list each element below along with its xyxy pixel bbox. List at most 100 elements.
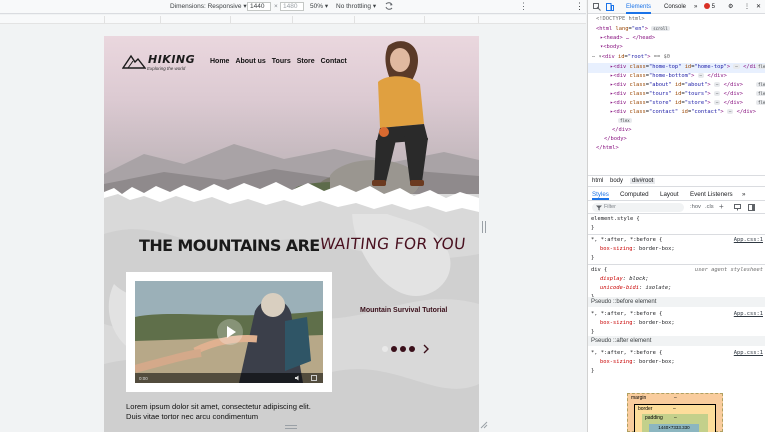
breadcrumb: html body div#root — [588, 175, 765, 187]
rule-universal-selector-2[interactable]: *, *:after, *:before { — [591, 310, 662, 319]
breadcrumb-html[interactable]: html — [592, 178, 603, 184]
box-model-content[interactable]: 1440×7333.330 — [649, 424, 699, 432]
cls-toggle[interactable]: .cls — [705, 204, 714, 210]
dom-body-open: <body> — [603, 44, 623, 50]
main-nav: Home About us Tours Store Contact — [210, 58, 347, 65]
throttling-dropdown[interactable]: No throttling ▾ — [336, 3, 376, 11]
carousel-dot-1[interactable] — [382, 346, 388, 352]
styles-filter-row: Filter :hov .cls + — [588, 202, 765, 214]
tab-console[interactable]: Console — [664, 3, 686, 11]
box-model-diagram: margin – border – padding – 1440×7333.33… — [627, 393, 723, 432]
flex-badge-side[interactable]: flex — [756, 99, 765, 109]
device-options-kebab-icon[interactable]: ⋮ — [519, 1, 528, 11]
box-model-padding: padding – 1440×7333.330 — [642, 414, 708, 432]
error-count-value: 5 — [711, 4, 716, 10]
css-prop: box-sizing — [600, 246, 633, 252]
styles-filter-input[interactable]: Filter — [592, 203, 684, 212]
nav-contact[interactable]: Contact — [321, 58, 347, 65]
new-rule-button[interactable]: + — [719, 202, 724, 211]
fullscreen-icon[interactable] — [311, 375, 317, 381]
rule-universal-selector-1[interactable]: *, *:after, *:before { — [591, 236, 662, 245]
more-tabs-icon[interactable]: » — [694, 3, 697, 11]
dom-child-id: "tours" — [684, 91, 708, 97]
tutorial-video-player[interactable]: 0:00 — [135, 281, 323, 383]
video-card: 0:00 — [126, 272, 332, 392]
error-count[interactable]: 5 — [704, 3, 715, 11]
nav-about-us[interactable]: About us — [235, 58, 265, 65]
rule-source-link-1[interactable]: App.css:1 — [734, 236, 763, 245]
breadcrumb-div-root[interactable]: div#root — [630, 178, 656, 184]
dom-child-class: "home-top" — [648, 64, 682, 70]
rule-div-selector[interactable]: div { — [591, 266, 607, 275]
element-state-icon[interactable] — [734, 204, 741, 211]
hov-toggle[interactable]: :hov — [690, 204, 701, 210]
viewport-resize-handle-bottom[interactable] — [285, 425, 297, 429]
tab-layout[interactable]: Layout — [660, 191, 679, 198]
dom-child-contact[interactable]: ▸<div class="contact" id="contact"> ⋯ </… — [610, 108, 756, 118]
tab-event-listeners[interactable]: Event Listeners — [690, 191, 733, 198]
box-model-border-value[interactable]: – — [673, 406, 676, 412]
rule-close-brace: } — [591, 225, 595, 231]
close-icon[interactable]: ✕ — [756, 3, 761, 11]
play-button[interactable] — [217, 319, 243, 345]
zoom-dropdown[interactable]: 50% ▾ — [310, 3, 328, 11]
inspect-element-icon[interactable] — [593, 3, 601, 11]
css-prop: unicode-bidi — [600, 285, 639, 291]
tutorial-title: Mountain Survival Tutorial — [360, 307, 448, 314]
breadcrumb-body[interactable]: body — [610, 178, 623, 184]
dom-html-lang-value: "en" — [631, 26, 645, 32]
dom-html-close: </html> — [596, 145, 619, 151]
dom-tree: <!DOCTYPE html> <html lang="en"> scroll … — [588, 15, 765, 173]
rotate-icon[interactable] — [384, 1, 394, 11]
dom-root-node[interactable]: ⋯ ▾<div id="root"> == $0 — [592, 53, 670, 63]
pseudo-before-header: Pseudo ::before element — [588, 297, 765, 307]
video-controls: 0:00 — [135, 373, 323, 383]
tab-elements[interactable]: Elements — [626, 3, 652, 14]
rule-source-link-2[interactable]: App.css:1 — [734, 310, 763, 319]
rule-box-sizing-2[interactable]: box-sizing: border-box; — [600, 319, 675, 328]
css-value: : isolate; — [638, 285, 672, 291]
css-prop: box-sizing — [600, 359, 633, 365]
viewport-height-input[interactable]: 1480 — [280, 2, 304, 11]
dom-doctype: <!DOCTYPE html> — [596, 16, 645, 22]
rule-box-sizing-1[interactable]: box-sizing: border-box; — [600, 245, 675, 254]
nav-store[interactable]: Store — [297, 58, 315, 65]
rule-unicode-bidi: unicode-bidi: isolate; — [600, 284, 671, 293]
dom-html-lang-attr: lang — [615, 26, 629, 32]
rule-source-link-3[interactable]: App.css:1 — [734, 349, 763, 358]
dom-root-id-value: "root" — [627, 54, 648, 60]
rule-universal-selector-3[interactable]: *, *:after, *:before { — [591, 349, 662, 358]
carousel-dot-3[interactable] — [400, 346, 406, 352]
carousel-dot-2[interactable] — [391, 346, 397, 352]
more-styles-tabs-icon[interactable]: » — [742, 191, 745, 198]
dom-body-node[interactable]: ▾<body> — [600, 43, 623, 53]
settings-gear-icon[interactable]: ⚙ — [728, 3, 733, 11]
flex-badge[interactable]: flex — [618, 118, 632, 123]
resize-corner-icon[interactable] — [480, 421, 488, 429]
dom-root-tag: div — [605, 54, 615, 60]
carousel-dots — [382, 346, 415, 352]
dimensions-dropdown[interactable]: Dimensions: Responsive ▾ — [170, 3, 247, 11]
rule-box-sizing-3[interactable]: box-sizing: border-box; — [600, 358, 675, 367]
tab-computed[interactable]: Computed — [620, 191, 649, 198]
nav-tours[interactable]: Tours — [272, 58, 291, 65]
computed-sidebar-icon[interactable] — [748, 204, 755, 211]
carousel-dot-4[interactable] — [409, 346, 415, 352]
device-toolbar: Dimensions: Responsive ▾ 1440 × 1480 50%… — [0, 0, 586, 14]
css-value: : border-box; — [632, 246, 675, 252]
nav-home[interactable]: Home — [210, 58, 229, 65]
devtools-kebab-icon[interactable]: ⋮ — [744, 3, 750, 11]
viewport-width-input[interactable]: 1440 — [247, 2, 271, 11]
toolbar-kebab-icon[interactable]: ⋮ — [575, 1, 584, 11]
chevron-right-icon[interactable] — [422, 344, 430, 354]
scroll-badge[interactable]: scroll — [651, 26, 670, 31]
box-model-margin-value[interactable]: – — [674, 395, 677, 401]
flex-badge-side[interactable]: flex — [756, 63, 765, 73]
styles-rules: element.style { } *, *:after, *:before {… — [588, 214, 765, 384]
rule-element-style[interactable]: element.style { — [591, 215, 640, 224]
viewport-resize-handle-right[interactable] — [482, 221, 486, 233]
volume-icon[interactable] — [295, 375, 301, 381]
device-toggle-icon[interactable] — [606, 3, 614, 11]
box-model-padding-value[interactable]: – — [674, 415, 677, 421]
tab-styles[interactable]: Styles — [592, 191, 609, 200]
